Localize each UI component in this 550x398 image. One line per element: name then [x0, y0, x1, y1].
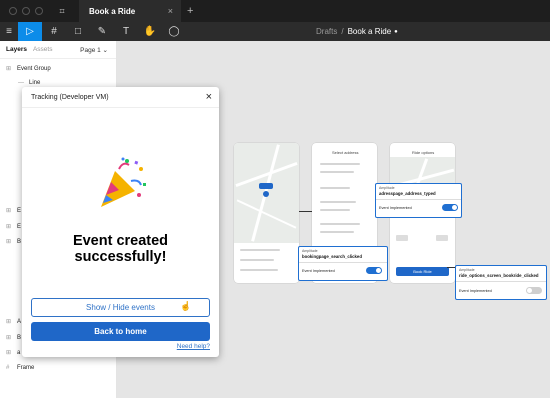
tracking-modal: Tracking (Developer VM) × Event created … [22, 87, 219, 357]
comment-tool-icon[interactable]: ◯ [162, 22, 186, 41]
back-to-home-button[interactable]: Back to home [31, 322, 210, 341]
breadcrumb-file-name[interactable]: Book a Ride [348, 27, 392, 36]
tab-assets[interactable]: Assets [33, 46, 53, 53]
tab-close-icon[interactable]: × [168, 6, 173, 16]
minimize-window-icon[interactable] [22, 7, 30, 15]
tab-layers[interactable]: Layers [6, 46, 27, 53]
line-icon: — [18, 80, 24, 86]
event-implemented-toggle[interactable] [526, 287, 542, 294]
event-name: ride_options_screen_bookride_clicked [459, 273, 539, 278]
success-line-1: Event created [72, 233, 169, 249]
frame-tool-icon[interactable]: # [42, 22, 66, 41]
event-implemented-toggle[interactable] [366, 267, 382, 274]
file-tab-title: Book a Ride [89, 6, 136, 16]
page-selector[interactable]: Page 1 ⌄ [80, 46, 108, 54]
unsaved-indicator: ● [394, 28, 398, 35]
connector-line [299, 211, 312, 212]
layer-event-group[interactable]: ⊞ Event Group [6, 65, 51, 73]
map-marker-label [259, 183, 273, 189]
group-icon: ⊞ [6, 66, 12, 72]
layer-item[interactable]: ⊞ a [6, 349, 21, 357]
breadcrumb: Drafts / Book a Ride ● [316, 22, 398, 41]
car-icon [396, 235, 408, 241]
breadcrumb-separator: / [341, 27, 344, 36]
success-line-2: successfully! [74, 249, 167, 265]
screen-title: Ride options [412, 150, 435, 155]
layer-item[interactable]: ⊞ B [6, 334, 22, 342]
event-name: adresspage_address_typed [379, 191, 436, 196]
layer-label: Frame [17, 365, 35, 371]
panel-tabs: Layers Assets Page 1 ⌄ [0, 41, 116, 59]
frame-icon: # [6, 365, 10, 371]
layer-item[interactable]: ⊞ E [6, 223, 22, 231]
layer-label: E [17, 223, 22, 230]
group-icon: ⊞ [6, 239, 12, 245]
group-icon: ⊞ [6, 319, 12, 325]
close-icon[interactable]: × [206, 91, 212, 103]
window-titlebar: ⌗ Book a Ride × + [0, 0, 550, 22]
event-card[interactable]: Amplitude bookingpage_search_clicked Eve… [298, 246, 388, 281]
event-implemented-label: Event Implemented [459, 289, 492, 293]
event-implemented-toggle[interactable] [442, 204, 458, 211]
need-help-link[interactable]: Need help? [177, 343, 210, 350]
figma-logo-icon[interactable]: ⌗ [57, 6, 67, 17]
event-source: Amplitude [379, 186, 395, 190]
group-icon: ⊞ [6, 335, 12, 341]
event-implemented-label: Event Implemented [302, 269, 335, 273]
event-source: Amplitude [302, 249, 318, 253]
group-icon: ⊞ [6, 350, 12, 356]
event-source: Amplitude [459, 268, 475, 272]
connector-line [447, 267, 455, 268]
book-ride-button[interactable]: Book Ride [396, 267, 449, 276]
hand-tool-icon[interactable]: ✋ [138, 22, 162, 41]
frame-map-home[interactable] [234, 143, 299, 283]
layer-item[interactable]: ⊞ A [6, 318, 22, 326]
pen-tool-icon[interactable]: ✎ [90, 22, 114, 41]
layer-item[interactable]: ⊞ E [6, 207, 22, 215]
toolbar: ≡ ▷ # □ ✎ T ✋ ◯ Drafts / Book a Ride ● [0, 22, 550, 41]
file-tab[interactable]: Book a Ride × [79, 0, 181, 22]
main-menu-icon[interactable]: ≡ [0, 22, 18, 41]
layer-line[interactable]: — Line [18, 80, 40, 86]
layer-item[interactable]: ⊞ B [6, 238, 22, 246]
group-icon: ⊞ [6, 208, 12, 214]
modal-title: Tracking (Developer VM) [31, 94, 109, 101]
layer-label: Line [29, 80, 41, 86]
hand-cursor-icon: ☝ [180, 301, 192, 311]
car-icon [436, 235, 448, 241]
layer-label: B [17, 238, 22, 245]
event-card[interactable]: Amplitude adresspage_address_typed Event… [375, 183, 462, 218]
breadcrumb-drafts[interactable]: Drafts [316, 27, 337, 36]
layer-label: E [17, 207, 22, 214]
modal-divider [22, 107, 219, 108]
success-message: Event created successfully! [22, 233, 219, 265]
close-window-icon[interactable] [9, 7, 17, 15]
text-tool-icon[interactable]: T [114, 22, 138, 41]
layer-label: Event Group [17, 65, 51, 72]
layer-label: B [17, 334, 22, 341]
group-icon: ⊞ [6, 224, 12, 230]
layer-frame[interactable]: # Frame [6, 365, 34, 371]
move-tool-icon[interactable]: ▷ [18, 22, 42, 41]
new-tab-icon[interactable]: + [187, 5, 193, 17]
screen-title: Select address [332, 150, 359, 155]
layer-label: a [17, 349, 21, 356]
event-implemented-label: Event Implemented [379, 206, 412, 210]
event-name: bookingpage_search_clicked [302, 254, 362, 259]
layer-label: A [17, 318, 22, 325]
maximize-window-icon[interactable] [35, 7, 43, 15]
event-card[interactable]: Amplitude ride_options_screen_bookride_c… [455, 265, 547, 300]
party-popper-icon [101, 157, 146, 207]
location-pin-icon [263, 191, 269, 197]
shape-tool-icon[interactable]: □ [66, 22, 90, 41]
